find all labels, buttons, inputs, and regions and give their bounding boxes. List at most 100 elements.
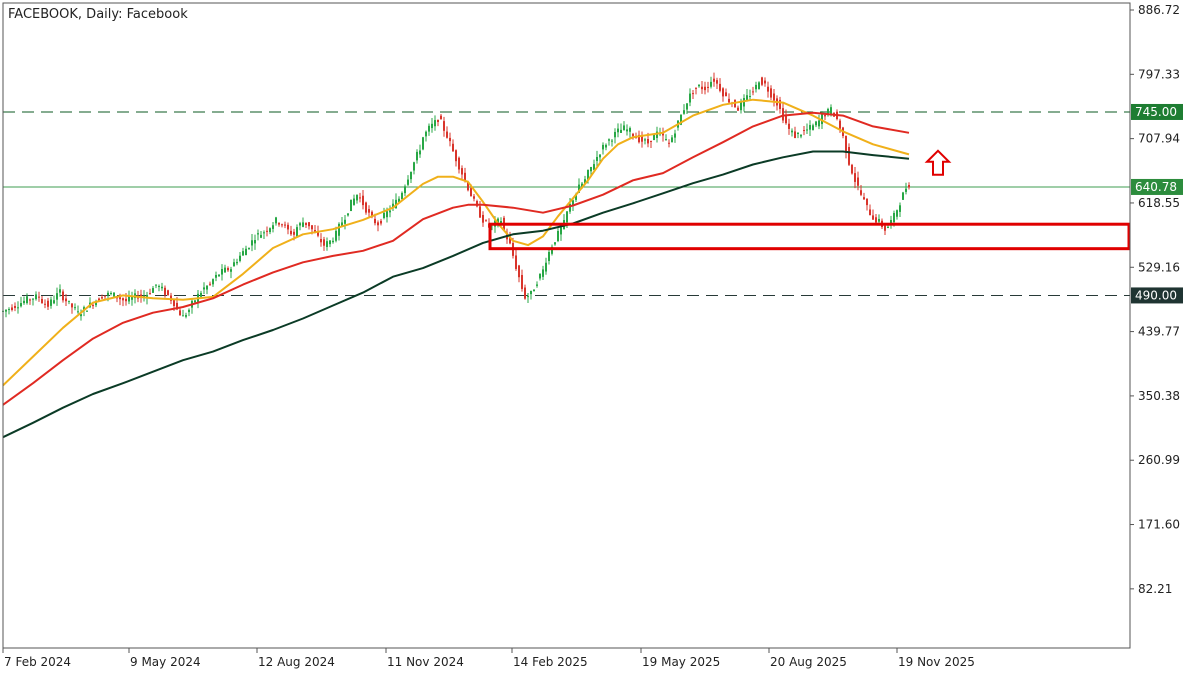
candle-body [173,300,175,307]
candle-body [728,98,730,103]
candle-body [356,194,358,201]
candle-body [107,292,109,296]
candle-body [884,225,886,231]
candle-body [359,197,361,199]
candle-body [374,218,376,224]
candle-body [518,265,520,278]
candle-body [419,150,421,155]
candle-body [158,286,160,288]
candle-body [338,223,340,236]
candle-body [893,213,895,223]
candle-body [71,303,73,308]
candle-body [536,284,538,286]
candle-body [275,217,277,224]
candle-body [278,223,280,225]
candle-body [23,300,25,304]
candle-body [851,164,853,174]
candle-body [602,144,604,150]
candle-body [590,167,592,172]
chart-background [0,0,1200,675]
candle-body [413,162,415,171]
y-tick-label: 82.21 [1138,582,1172,596]
candle-body [101,297,103,299]
candle-body [722,88,724,97]
candle-body [641,136,643,142]
candle-body [794,131,796,139]
x-tick-label: 7 Feb 2024 [4,655,71,669]
candle-body [311,225,313,230]
candle-body [782,108,784,121]
candle-body [389,210,391,213]
candle-body [239,255,241,261]
candle-body [908,185,910,188]
candle-body [422,137,424,150]
candle-body [59,289,61,293]
candle-body [77,311,79,313]
candle-body [527,296,529,298]
candle-body [599,154,601,158]
candle-body [50,299,52,306]
candle-body [791,130,793,133]
candle-body [62,291,64,301]
candle-body [323,239,325,246]
candle-body [431,123,433,129]
candle-body [272,225,274,229]
candle-body [188,309,190,313]
candle-body [8,309,10,311]
x-tick-label: 11 Nov 2024 [387,655,464,669]
candle-body [737,107,739,111]
candle-body [644,139,646,141]
candle-body [284,224,286,226]
candle-body [866,198,868,206]
candle-body [428,125,430,132]
candle-body [362,195,364,206]
candle-body [860,190,862,195]
candle-body [857,177,859,186]
candle-body [56,293,58,300]
candle-body [182,315,184,317]
candle-body [542,269,544,277]
candle-body [245,248,247,256]
candle-body [806,129,808,131]
candle-body [167,290,169,295]
y-tick-label: 886.72 [1138,3,1180,17]
candle-body [164,287,166,295]
candle-body [416,151,418,161]
candle-body [440,115,442,120]
candle-body [224,267,226,273]
candle-body [230,269,232,272]
candle-body [53,300,55,304]
candle-body [647,138,649,144]
candle-body [227,268,229,271]
price-chart: 886.72 797.33 707.94 618.55 529.16 439.77 350.… [0,0,1200,675]
candle-body [248,247,250,249]
candle-body [698,84,700,87]
candle-body [824,115,826,117]
candle-body [236,261,238,264]
chart-title: FACEBOOK, Daily: Facebook [8,7,188,22]
candle-body [347,213,349,216]
y-tick-label: 618.55 [1138,196,1180,210]
candle-body [215,274,217,278]
candle-body [257,233,259,235]
x-tick-label: 20 Aug 2025 [770,655,847,669]
level-price-tag-label: 640.78 [1135,180,1177,194]
candle-body [545,262,547,272]
candle-body [212,279,214,285]
candle-body [839,120,841,129]
candle-body [458,157,460,170]
candle-body [425,131,427,137]
candle-body [854,173,856,182]
candle-body [788,123,790,129]
candle-body [758,82,760,90]
candle-body [740,102,742,111]
candle-body [203,287,205,290]
candle-body [800,134,802,137]
candle-body [437,120,439,123]
candle-body [254,240,256,244]
candle-body [299,223,301,226]
candle-body [38,296,40,298]
candle-body [305,222,307,226]
candle-body [671,137,673,143]
level-price-tag-label: 490.00 [1135,288,1177,302]
